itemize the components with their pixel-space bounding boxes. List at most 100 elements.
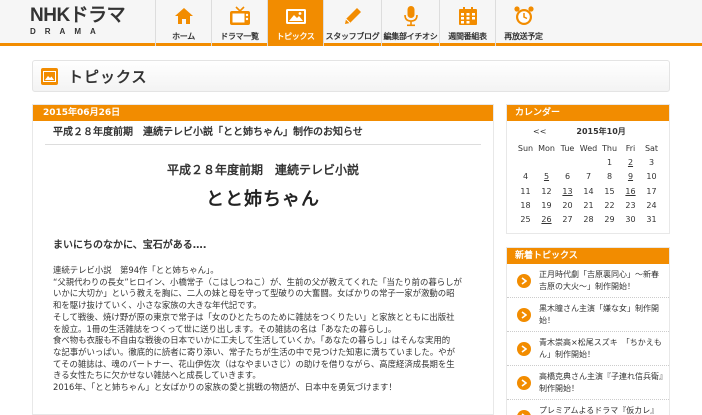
calendar-weekday: Tue: [560, 143, 575, 153]
body-line: てその雑誌は、魂のパートナー、花山伊佐次（はなやまいさじ）の助けを借りながら、高…: [53, 358, 455, 369]
calendar-widget: カレンダー << 2015年10月 Sun Mon Tue Wed Thu Fri Sat 1…: [506, 104, 670, 234]
news-item-text: 黒木瞳さん主演「嫌な女」制作開始！: [539, 303, 659, 325]
nav-label: 再放送予定: [504, 32, 543, 41]
nav-item-staff-blog[interactable]: スタッフブログ: [323, 0, 381, 46]
nav-item-weekly-schedule[interactable]: 週間番組表: [439, 0, 495, 46]
calendar-day-link[interactable]: 2: [620, 155, 641, 169]
calendar-icon: [456, 5, 480, 27]
body-line: “父親代わりの長女”ヒロイン、小橋常子（こはしつねこ）が、生前の父が教えてくれた…: [53, 276, 462, 287]
news-item-text: 正月時代劇「吉原裏同心」～新春吉原の大火～」制作開始！: [539, 269, 659, 291]
calendar-day-link[interactable]: 16: [620, 184, 641, 198]
calendar-day: 14: [583, 186, 594, 196]
calendar-day: 19: [541, 200, 552, 210]
news-item[interactable]: 青木崇高×松尾スズキ 「ちかえもん」制作開始！: [507, 332, 669, 366]
arrow-right-icon: [517, 409, 531, 415]
news-item[interactable]: 黒木瞳さん主演「嫌な女」制作開始！: [507, 298, 669, 332]
nav-item-rebroadcast[interactable]: 再放送予定: [495, 0, 551, 46]
nav-label: 週間番組表: [448, 32, 487, 41]
body-line: 2016年、「とと姉ちゃん」と女ばかりの家族の愛と挑戦の物語が、日本中を勇気づけ…: [53, 382, 397, 393]
nhk-drama-logo[interactable]: NHKドラマ DRAMA: [30, 6, 150, 42]
calendar-week-row: 4 5 6 7 8 9 10: [515, 170, 662, 184]
calendar-day: 6: [564, 172, 571, 182]
calendar-day: 12: [541, 186, 552, 196]
sidebar: カレンダー << 2015年10月 Sun Mon Tue Wed Thu Fri Sat 1…: [506, 104, 670, 415]
calendar-day: [578, 155, 599, 169]
news-item[interactable]: 正月時代劇「吉原裏同心」～新春吉原の大火～」制作開始！: [507, 264, 669, 298]
news-item[interactable]: 高橋克典さん主演『子連れ信兵衛』制作開始！: [507, 366, 669, 400]
calendar-day-link[interactable]: 13: [557, 184, 578, 198]
calendar-day: 11: [520, 186, 531, 196]
calendar-prev-link[interactable]: <<: [533, 127, 546, 136]
calendar-day-link[interactable]: 5: [536, 170, 557, 184]
arrow-right-icon: [517, 273, 531, 288]
calendar-day: 1: [606, 157, 613, 167]
nav-label: ホーム: [172, 32, 195, 41]
new-topics-widget: 新着トピックス 正月時代劇「吉原裏同心」～新春吉原の大火～」制作開始！ 黒木瞳さ…: [506, 246, 670, 415]
calendar-day: 30: [625, 215, 636, 225]
calendar-weekday-row: Sun Mon Tue Wed Thu Fri Sat: [515, 141, 662, 155]
arrow-right-icon: [517, 341, 531, 356]
body-line: を設立。1冊の生活雑誌をつくって世に送り出します。その雑誌の名は「あなたの暮らし…: [53, 323, 397, 334]
calendar-day: [515, 155, 536, 169]
site-header: NHKドラマ DRAMA ホーム ドラマ一覧 トピックス スタッフブログ 編集部…: [0, 0, 702, 46]
body-line: そして戦後、焼け野が原の東京で常子は「女のひとたちのために雑誌をつくりたい」と家…: [53, 311, 455, 322]
calendar-nav: << 2015年10月: [507, 121, 669, 141]
alarm-clock-icon: [512, 5, 536, 27]
nav-item-home[interactable]: ホーム: [155, 0, 211, 46]
calendar-day: 10: [646, 172, 657, 182]
article-date: 2015年06月26日: [33, 105, 493, 121]
calendar-day: 3: [648, 157, 655, 167]
article-tagline: まいにちのなかに、宝石がある….: [53, 240, 207, 251]
calendar-day: 31: [646, 215, 657, 225]
calendar-day: 27: [562, 215, 573, 225]
calendar-day-link[interactable]: 9: [620, 170, 641, 184]
calendar-day-link[interactable]: 26: [536, 212, 557, 226]
calendar-day: [536, 155, 557, 169]
photo-icon: [284, 5, 308, 27]
calendar-weekday: Fri: [625, 143, 636, 153]
calendar-day: 24: [646, 200, 657, 210]
nav-label: スタッフブログ: [325, 32, 380, 41]
calendar-grid: Sun Mon Tue Wed Thu Fri Sat 1 2 3 4 5 6 7 8 9 10 11 12 13 14…: [515, 141, 662, 227]
calendar-day: 4: [522, 172, 529, 182]
article-panel: 2015年06月26日 平成２８年度前期 連続テレビ小説「とと姉ちゃん」制作のお…: [32, 104, 494, 415]
logo-bottom-text: DRAMA: [30, 27, 105, 36]
body-line: 連続テレビ小説 第94作「とと姉ちゃん」。: [53, 265, 219, 275]
news-item-text: 高橋克典さん主演『子連れ信兵衛』制作開始！: [539, 371, 663, 393]
microphone-icon: [399, 5, 423, 27]
home-icon: [172, 5, 196, 27]
calendar-day: 17: [646, 186, 657, 196]
calendar-day: 15: [604, 186, 615, 196]
calendar-week-row: 25 26 27 28 29 30 31: [515, 212, 662, 226]
calendar-day: 7: [585, 172, 592, 182]
nav-item-topics[interactable]: トピックス: [267, 0, 323, 46]
calendar-day: 29: [604, 215, 615, 225]
page-title: トピックス: [68, 67, 148, 86]
calendar-day: 8: [606, 172, 613, 182]
calendar-day: 20: [562, 200, 573, 210]
calendar-week-row: 11 12 13 14 15 16 17: [515, 184, 662, 198]
article-heading-main: とと姉ちゃん: [206, 189, 320, 210]
nav-item-editor-picks[interactable]: 編集部イチオシ: [381, 0, 439, 46]
article-title: 平成２８年度前期 連続テレビ小説「とと姉ちゃん」制作のお知らせ: [45, 121, 481, 145]
calendar-day: 21: [583, 200, 594, 210]
article-body: 連続テレビ小説 第94作「とと姉ちゃん」。 “父親代わりの長女”ヒロイン、小橋常…: [53, 265, 483, 394]
nav-item-drama-list[interactable]: ドラマ一覧: [211, 0, 267, 46]
body-line: 和を駆け抜けていく、小さな家族の大きな年代記です。: [53, 300, 262, 311]
photo-icon: [41, 67, 58, 85]
article-heading-sub: 平成２８年度前期 連続テレビ小説: [166, 163, 359, 177]
body-line: いかに大切か」という教えを胸に、二人の妹と母を守って型破りの大奮闘。女ばかりの常…: [53, 288, 455, 299]
news-item[interactable]: プレミアムよるドラマ『仮カレ』主題歌決定！: [507, 400, 669, 415]
arrow-right-icon: [517, 375, 531, 390]
calendar-week-row: 123: [515, 155, 662, 169]
page-title-bar: トピックス: [32, 60, 670, 92]
news-item-text: プレミアムよるドラマ『仮カレ』主題歌決定！: [539, 405, 659, 415]
body-line: 食べ物も衣服も不自由な戦後の日本でいかに工夫して生活していくか。「あなたの暮らし…: [53, 335, 451, 346]
body-line: きる女性たちに欠かせない雑誌へと成長していきます。: [53, 370, 261, 381]
calendar-day: 25: [520, 215, 531, 225]
calendar-weekday: Sun: [517, 143, 534, 153]
logo-top-text: NHKドラマ: [30, 5, 126, 26]
calendar-month: 2015年10月: [576, 126, 626, 136]
calendar-day: 22: [604, 200, 615, 210]
new-topics-heading: 新着トピックス: [507, 247, 669, 264]
